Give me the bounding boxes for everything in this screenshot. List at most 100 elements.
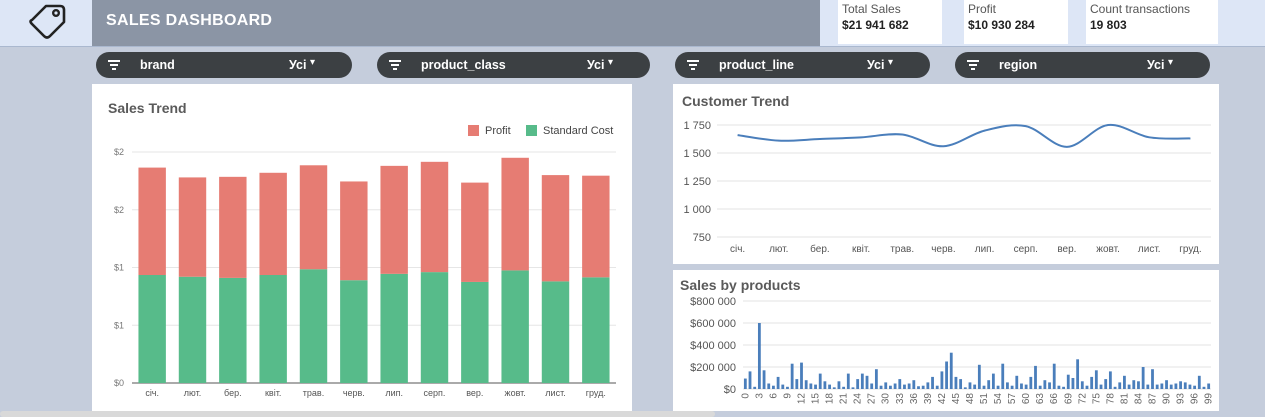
filter-value[interactable]: Усі [289, 58, 306, 72]
bar-product-sales [790, 363, 794, 389]
kpi-value: $21 941 682 [842, 18, 909, 32]
bar-standard-cost [340, 280, 368, 383]
bar-profit [501, 157, 529, 271]
x-tick-label: 39 [923, 393, 934, 405]
bar-product-sales [1090, 376, 1094, 389]
y-tick-label: 1 000 [683, 204, 711, 216]
kpi-profit: Profit $10 930 284 [964, 0, 1068, 44]
bar-product-sales [959, 379, 963, 389]
kpi-total-sales: Total Sales $21 941 682 [838, 0, 942, 44]
y-tick-label: $600 000 [690, 318, 736, 330]
filter-brand[interactable]: brand Усі ▾ [96, 52, 352, 78]
x-tick-label: 84 [1133, 393, 1144, 405]
x-tick-label: лип. [385, 388, 403, 398]
bar-profit [299, 165, 328, 270]
bar-standard-cost [461, 281, 489, 383]
bar-product-sales [1052, 363, 1056, 389]
bar-product-sales [1071, 378, 1075, 389]
bar-product-sales [753, 386, 757, 389]
y-tick-label: 1 750 [683, 120, 711, 132]
dropdown-arrow-icon[interactable]: ▾ [888, 57, 893, 68]
filter-icon [108, 60, 120, 70]
y-tick-label: $2 [114, 205, 124, 215]
x-tick-label: трав. [303, 388, 324, 398]
x-tick-label: вер. [466, 388, 483, 398]
filter-product-class[interactable]: product_class Усі ▾ [377, 52, 650, 78]
x-tick-label: черв. [343, 388, 365, 398]
bar-product-sales [991, 373, 995, 389]
bar-product-sales [870, 383, 874, 389]
y-tick-label: $400 000 [690, 340, 736, 352]
bar-product-sales [982, 385, 986, 389]
dropdown-arrow-icon[interactable]: ▾ [1168, 57, 1173, 68]
bar-product-sales [1127, 384, 1131, 389]
x-tick-label: 15 [811, 393, 822, 405]
filter-region[interactable]: region Усі ▾ [955, 52, 1210, 78]
x-tick-label: лют. [769, 244, 788, 255]
horizontal-scrollbar[interactable] [0, 411, 715, 417]
bar-product-sales [757, 323, 761, 389]
filter-product-line[interactable]: product_line Усі ▾ [675, 52, 930, 78]
bar-profit [582, 175, 610, 278]
sales-by-products-chart: $0$200 000$400 000$600 000$800 0000 3 6 9 12… [690, 296, 1215, 405]
sales-by-products-card: Sales by products $0 $200 000 $400 000 $600… [673, 270, 1219, 411]
x-tick-label: серп. [424, 388, 446, 398]
filter-icon [389, 60, 401, 70]
bar-product-sales [1113, 386, 1117, 389]
bar-product-sales [776, 376, 780, 389]
bar-product-sales [973, 384, 977, 389]
bar-product-sales [1141, 367, 1145, 389]
dropdown-arrow-icon[interactable]: ▾ [608, 57, 613, 68]
bar-product-sales [963, 387, 967, 389]
page-title: SALES DASHBOARD [106, 12, 273, 29]
bar-product-sales [968, 382, 972, 389]
x-tick-label: 66 [1049, 393, 1060, 405]
x-tick-label: 93 [1176, 393, 1187, 405]
filter-icon [687, 60, 699, 70]
bar-profit [219, 176, 247, 278]
x-tick-label: лип. [975, 244, 995, 255]
bar-product-sales [1043, 380, 1047, 389]
y-tick-label: 1 500 [683, 148, 711, 160]
y-tick-label: $2 [114, 147, 124, 157]
x-tick-label: 3 [754, 393, 765, 399]
bar-product-sales [856, 379, 860, 389]
bar-product-sales [1080, 381, 1084, 389]
filter-value[interactable]: Усі [867, 58, 884, 72]
bar-standard-cost [259, 275, 287, 383]
x-tick-label: 60 [1021, 393, 1032, 405]
x-tick-label: лист. [1138, 244, 1161, 255]
x-tick-label: груд. [1179, 244, 1201, 255]
x-tick-label: лют. [184, 388, 201, 398]
filter-value[interactable]: Усі [587, 58, 604, 72]
bar-product-sales [1151, 369, 1154, 389]
x-tick-label: 69 [1063, 393, 1074, 405]
x-tick-label: жовт. [1096, 244, 1120, 255]
legend-swatch-profit [468, 125, 479, 136]
bar-standard-cost [420, 272, 449, 383]
x-tick-label: черв. [931, 244, 955, 255]
legend-label: Standard Cost [543, 125, 613, 137]
bar-product-sales [1057, 385, 1061, 389]
bar-product-sales [907, 383, 911, 389]
bar-product-sales [996, 385, 1000, 389]
bar-product-sales [1188, 384, 1192, 389]
bar-standard-cost [178, 276, 207, 383]
x-tick-label: 63 [1035, 393, 1046, 405]
bar-product-sales [1118, 382, 1122, 389]
filter-value[interactable]: Усі [1147, 58, 1164, 72]
bar-product-sales [921, 385, 925, 389]
bar-product-sales [931, 376, 934, 389]
bar-product-sales [1155, 384, 1159, 389]
x-tick-label: 96 [1190, 393, 1201, 405]
y-tick-label: 750 [693, 232, 711, 244]
dropdown-arrow-icon[interactable]: ▾ [310, 57, 315, 68]
bar-product-sales [889, 385, 892, 389]
bar-product-sales [809, 383, 813, 389]
x-tick-label: 45 [951, 393, 962, 405]
bar-product-sales [1104, 379, 1108, 389]
x-tick-label: бер. [224, 388, 242, 398]
bar-product-sales [1183, 382, 1187, 389]
customer-trend-line [737, 123, 1191, 148]
bar-product-sales [1174, 383, 1178, 389]
